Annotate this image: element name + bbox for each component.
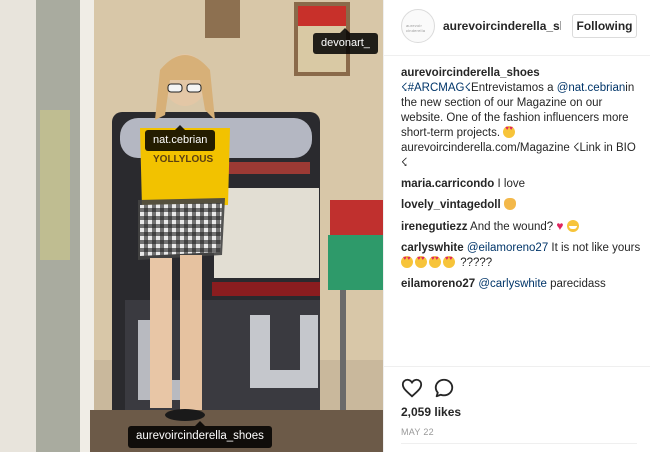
following-button[interactable]: Following (572, 14, 637, 38)
heart-eyes-emoji-icon (443, 256, 455, 268)
comment-user[interactable]: irenegutiezz (401, 221, 467, 233)
avatar-text: aurevoir cinderella (406, 23, 426, 33)
comment-user[interactable]: carlyswhite (401, 242, 464, 254)
comment-item: irenegutiezz And the wound? ♥ (401, 219, 641, 235)
comment-item: maria.carricondo I love (401, 177, 641, 192)
comment-mention[interactable]: @carlyswhite (478, 278, 547, 290)
comment-user[interactable]: maria.carricondo (401, 178, 494, 190)
photo-tag-aurevoir[interactable]: aurevoircinderella_shoes (128, 421, 272, 448)
post-photo-illustration: YOLLYLOUS (0, 0, 383, 452)
comment-item: eilamoreno27 @carlyswhite parecidass (401, 277, 641, 292)
heart-eyes-emoji-icon (415, 256, 427, 268)
comment-text: It is not like yours (548, 242, 641, 254)
caption-mention[interactable]: @nat.cebrian (557, 82, 626, 94)
caption: aurevoircinderella_shoes ☇#ARCMAG☇Entrev… (401, 66, 641, 171)
caption-user[interactable]: aurevoircinderella_shoes (401, 67, 540, 79)
comment-text2: ????? (457, 257, 493, 269)
post-photo[interactable]: YOLLYLOUS devonart_ nat.cebrian aurevoir… (0, 0, 383, 452)
comment-item: lovely_vintagedoll (401, 198, 641, 213)
comment-bubble-icon[interactable] (433, 377, 455, 399)
comment-text: parecidass (546, 278, 606, 290)
divider (401, 443, 637, 444)
photo-tag-devonart[interactable]: devonart_ (313, 28, 378, 54)
likes-count[interactable]: 2,059 likes (401, 405, 461, 419)
comment-text: I love (494, 178, 526, 190)
post-username[interactable]: aurevoircinderella_sho (443, 19, 561, 33)
comment-user[interactable]: lovely_vintagedoll (401, 199, 501, 211)
cat-emoji-icon (503, 198, 516, 210)
post-date: MAY 22 (401, 427, 434, 437)
comment-user[interactable]: eilamoreno27 (401, 278, 475, 290)
comment-item: carlyswhite @eilamoreno27 It is not like… (401, 241, 641, 271)
caption-text1: Entrevistamos a (471, 82, 557, 94)
comment-text: And the wound? (467, 221, 557, 233)
comments-list: aurevoircinderella_shoes ☇#ARCMAG☇Entrev… (401, 66, 641, 298)
caption-hashtag[interactable]: ☇#ARCMAG☇ (401, 82, 471, 94)
avatar[interactable]: aurevoir cinderella (401, 9, 435, 43)
heart-eyes-emoji-icon (401, 256, 413, 268)
red-heart-icon: ♥ (556, 219, 564, 233)
comment-mention[interactable]: @eilamoreno27 (467, 242, 548, 254)
shirt-print-text: YOLLYLOUS (153, 154, 214, 165)
caption-text3: aurevoircinderella.com/Magazine ☇Link in… (401, 142, 636, 169)
grin-emoji-icon (566, 220, 579, 232)
post-side-panel: aurevoir cinderella aurevoircinderella_s… (383, 0, 650, 452)
heart-eyes-emoji-icon (503, 126, 516, 138)
post-actions: 2,059 likes MAY 22 (384, 366, 650, 452)
post-header: aurevoir cinderella aurevoircinderella_s… (384, 0, 650, 56)
photo-tag-natcebrian[interactable]: nat.cebrian (145, 125, 216, 151)
heart-eyes-emoji-icon (429, 256, 441, 268)
like-heart-icon[interactable] (401, 377, 423, 399)
